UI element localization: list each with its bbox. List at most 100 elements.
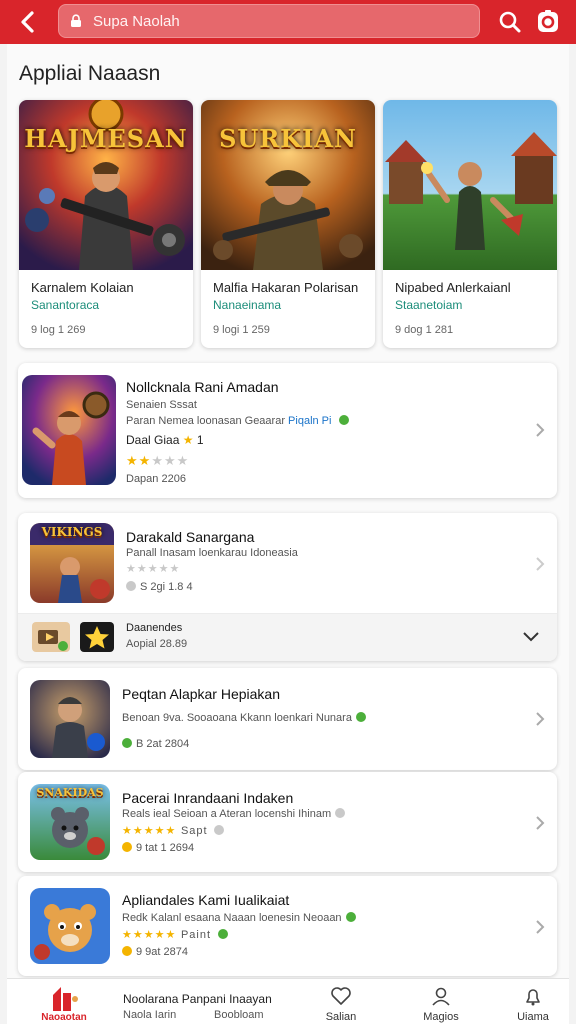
app-subtitle: Staanetoiam bbox=[395, 298, 463, 312]
rating-value: 1 bbox=[196, 433, 204, 447]
app-icon bbox=[30, 680, 110, 758]
rating-stars: ★★★★★ bbox=[126, 560, 180, 575]
app-icon bbox=[30, 888, 110, 964]
app-developer: Senaien Sssat bbox=[126, 399, 197, 411]
app-title: Nollcknala Rani Amadan bbox=[126, 379, 279, 395]
date-text: 9 tat 1 2694 bbox=[136, 842, 195, 854]
nav-item-uiama[interactable]: Uiama bbox=[503, 983, 563, 1024]
status-dot-icon bbox=[122, 946, 132, 956]
chevron-right-icon[interactable] bbox=[534, 918, 546, 936]
verified-icon bbox=[345, 912, 356, 922]
rating-stars: ★★★★★ Paint bbox=[122, 926, 228, 941]
app-title: Darakald Sanargana bbox=[126, 529, 255, 545]
nav-label-boobloam[interactable]: Boobloam bbox=[214, 1009, 264, 1021]
app-name: Malfia Hakaran Polarisan bbox=[213, 280, 359, 295]
description-text: Benoan 9va. Sooaoana Kkann loenkari Nuna… bbox=[122, 712, 352, 724]
star-empty-icon: ★★★ bbox=[151, 453, 190, 468]
app-size: 9 logi 1 259 bbox=[213, 324, 270, 336]
nav-item-home[interactable]: Naoaotan bbox=[27, 983, 101, 1024]
back-arrow-icon[interactable] bbox=[14, 8, 42, 36]
artwork-title: SURKIAN bbox=[219, 124, 357, 153]
app-name: Nipabed Anlerkaianl bbox=[395, 280, 511, 295]
nav-label: Uiama bbox=[517, 1011, 549, 1023]
heart-icon bbox=[330, 985, 352, 1007]
info-icon bbox=[214, 825, 225, 835]
app-subtitle: Nanaeinama bbox=[213, 298, 282, 312]
description-text: Redk Kalanl esaana Naaan loenesin Neoaan bbox=[122, 912, 342, 924]
app-name: Karnalem Kolaian bbox=[31, 280, 134, 295]
app-list-item[interactable]: SNAKIDAS Pacerai Inrandaani Indaken Real… bbox=[18, 772, 557, 872]
person-icon bbox=[430, 985, 452, 1007]
date-text: S 2gi 1.8 4 bbox=[140, 581, 193, 593]
app-description: Paran Nemea loonasan Geaarar Piqaln Pi bbox=[126, 415, 349, 427]
status-dot-icon bbox=[122, 738, 132, 748]
app-description: Panall Inasam loenkarau Idoneasia bbox=[126, 547, 298, 559]
star-badge-icon bbox=[80, 622, 114, 652]
featured-card[interactable]: SURKIAN Malfia Hakaran Polarisan Nanaein… bbox=[201, 100, 375, 348]
rating-stars: ★★★★★ bbox=[126, 453, 189, 469]
chevron-down-icon[interactable] bbox=[522, 630, 540, 642]
chevron-right-icon[interactable] bbox=[534, 814, 546, 832]
app-title: Peqtan Alapkar Hepiakan bbox=[122, 686, 280, 702]
app-list-item-expanded[interactable]: VIKINGS Darakald Sanargana Panall Inasam… bbox=[18, 513, 557, 661]
app-size: 9 dog 1 281 bbox=[395, 324, 454, 336]
app-subtitle: Sanantoraca bbox=[31, 298, 100, 312]
app-size: 9 log 1 269 bbox=[31, 324, 86, 336]
star-icon: ★ bbox=[182, 433, 194, 447]
app-date: 9 tat 1 2694 bbox=[122, 842, 194, 854]
search-icon[interactable] bbox=[496, 8, 524, 36]
sub-item-title: Daanendes bbox=[126, 622, 183, 634]
verified-icon bbox=[355, 712, 366, 722]
status-dot-icon bbox=[126, 581, 136, 591]
featured-card[interactable]: HAJMESAN Karnalem Kolaian Sanantoraca 9 … bbox=[19, 100, 193, 348]
nav-item-salian[interactable]: Salian bbox=[311, 983, 371, 1024]
game-artwork: SURKIAN bbox=[201, 100, 375, 270]
app-meta: Daal Giaa ★ 1 bbox=[126, 433, 204, 447]
description-text: Paran Nemea loonasan Geaarar bbox=[126, 415, 285, 427]
chevron-right-icon[interactable] bbox=[534, 555, 546, 573]
verified-icon bbox=[338, 415, 349, 425]
bottom-navigation: Naoaotan Noolarana Panpani Inaayan Naola… bbox=[7, 978, 569, 1024]
featured-card[interactable]: Nipabed Anlerkaianl Staanetoiam 9 dog 1 … bbox=[383, 100, 557, 348]
chevron-right-icon[interactable] bbox=[534, 710, 546, 728]
star-filled-icon: ★★ bbox=[126, 453, 152, 468]
search-bar[interactable]: Supa Naolah bbox=[58, 4, 480, 38]
lock-icon bbox=[69, 14, 83, 28]
app-date: 9 9at 2874 bbox=[122, 946, 188, 958]
status-dot-icon bbox=[122, 842, 132, 852]
date-text: 9 9at 2874 bbox=[136, 946, 188, 958]
description-link[interactable]: Piqaln Pi bbox=[288, 415, 331, 427]
video-icon bbox=[32, 622, 70, 652]
search-input[interactable]: Supa Naolah bbox=[93, 13, 180, 30]
nav-item-magios[interactable]: Magios bbox=[411, 983, 471, 1024]
app-description: Benoan 9va. Sooaoana Kkann loenkari Nuna… bbox=[122, 712, 366, 724]
artwork-title: HAJMESAN bbox=[24, 124, 188, 153]
game-artwork bbox=[383, 100, 557, 270]
app-date: S 2gi 1.8 4 bbox=[126, 581, 193, 593]
app-description: Redk Kalanl esaana Naaan loenesin Neoaan bbox=[122, 912, 356, 924]
app-title: Pacerai Inrandaani Indaken bbox=[122, 790, 294, 806]
app-list-item[interactable]: Peqtan Alapkar Hepiakan Benoan 9va. Sooa… bbox=[18, 668, 557, 770]
bell-icon bbox=[522, 985, 544, 1007]
date-text: B 2at 2804 bbox=[136, 738, 190, 750]
game-artwork: HAJMESAN bbox=[19, 100, 193, 270]
description-text: Reals ieal Seioan a Ateran locenshi Ihin… bbox=[122, 808, 332, 820]
record-icon[interactable] bbox=[534, 8, 562, 36]
chevron-right-icon[interactable] bbox=[534, 421, 546, 439]
app-list-item[interactable]: Nollcknala Rani Amadan Senaien Sssat Par… bbox=[18, 363, 557, 498]
icon-title: SNAKIDAS bbox=[36, 786, 104, 799]
nav-label: Salian bbox=[325, 1011, 357, 1023]
logo-text: Naoaotan bbox=[41, 1012, 87, 1023]
app-list-item[interactable]: Apliandales Kami Iualikaiat Redk Kalanl … bbox=[18, 876, 557, 976]
icon-title: VIKINGS bbox=[41, 525, 103, 539]
app-icon bbox=[22, 375, 116, 485]
app-date: B 2at 2804 bbox=[122, 738, 189, 750]
nav-promo-title: Noolarana Panpani Inaayan bbox=[123, 992, 272, 1006]
nav-promo-subtitle: Naola Iarin bbox=[123, 1009, 177, 1021]
star-filled-icon: ★★★★★ bbox=[122, 929, 177, 941]
sub-item-row[interactable]: Daanendes Aopial 28.89 bbox=[18, 614, 557, 661]
rating-text: Paint bbox=[180, 929, 212, 941]
app-description: Reals ieal Seioan a Ateran locenshi Ihin… bbox=[122, 808, 349, 820]
app-icon: SNAKIDAS bbox=[30, 784, 110, 860]
info-icon bbox=[335, 808, 346, 818]
